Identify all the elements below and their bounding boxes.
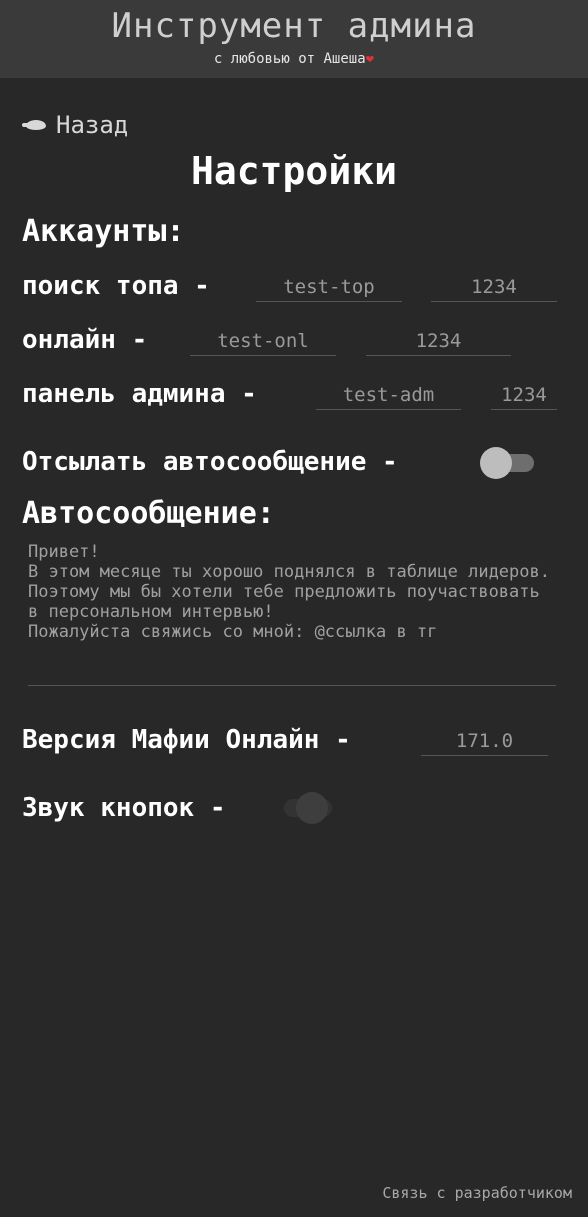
back-button[interactable]: Назад bbox=[22, 110, 128, 140]
subtitle-text: с любовью от Ашеша bbox=[213, 51, 366, 67]
admin-panel-login-input[interactable] bbox=[316, 380, 461, 410]
app-subtitle: с любовью от Ашеша❤ bbox=[0, 50, 588, 68]
online-password-input[interactable] bbox=[366, 326, 511, 356]
top-search-login-input[interactable] bbox=[256, 272, 402, 302]
account-label-admin-panel: панель админа - bbox=[22, 379, 257, 409]
version-label: Версия Мафии Онлайн - bbox=[22, 725, 351, 755]
toggle-knob bbox=[296, 792, 328, 824]
pointing-hand-icon bbox=[22, 118, 52, 132]
back-label: Назад bbox=[56, 111, 129, 139]
auto-message-textarea[interactable]: Привет! В этом месяце ты хорошо поднялся… bbox=[28, 542, 556, 686]
account-label-online: онлайн - bbox=[22, 325, 148, 355]
auto-message-toggle-label: Отсылать автосообщение - bbox=[22, 447, 398, 477]
auto-message-section-title: Автосообщение: bbox=[22, 496, 275, 531]
page-title: Настройки bbox=[191, 149, 397, 193]
top-search-password-input[interactable] bbox=[431, 272, 557, 302]
accounts-section-title: Аккаунты: bbox=[22, 214, 185, 249]
button-sound-toggle[interactable] bbox=[278, 792, 334, 824]
online-login-input[interactable] bbox=[190, 326, 336, 356]
auto-message-toggle[interactable] bbox=[480, 447, 536, 479]
toggle-knob bbox=[480, 447, 512, 479]
button-sound-label: Звук кнопок - bbox=[22, 793, 226, 823]
app-title: Инструмент админа bbox=[111, 6, 477, 46]
heart-icon: ❤ bbox=[365, 51, 375, 67]
version-input[interactable] bbox=[421, 726, 548, 756]
account-label-top-search: поиск топа - bbox=[22, 271, 210, 301]
contact-developer-link[interactable]: Связь с разработчиком bbox=[382, 1184, 572, 1202]
app-header: Инструмент админа с любовью от Ашеша❤ bbox=[0, 0, 588, 78]
admin-panel-password-input[interactable] bbox=[491, 380, 557, 410]
